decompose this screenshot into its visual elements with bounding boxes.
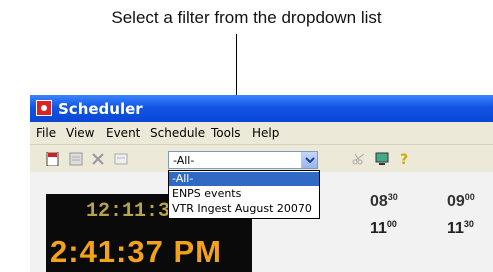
menu-file[interactable]: File	[36, 126, 56, 140]
time-bottom-min: 00	[386, 219, 397, 229]
menu-schedule[interactable]: Schedule	[150, 126, 205, 140]
menu-help[interactable]: Help	[252, 126, 279, 140]
app-icon	[36, 100, 52, 116]
filter-selected-value: -All-	[173, 154, 195, 167]
timeline-column: 0830 1100	[370, 192, 398, 238]
edit-event-icon[interactable]	[69, 152, 83, 166]
delete-icon[interactable]	[91, 152, 105, 166]
time-bottom-hour: 11	[370, 220, 387, 237]
scissors-icon[interactable]	[352, 152, 366, 166]
callout-text: Select a filter from the dropdown list	[111, 8, 382, 27]
menu-bar: File View Event Schedule Tools Help	[30, 122, 493, 145]
scheduler-window: Scheduler File View Event Schedule Tools…	[30, 95, 493, 272]
filter-option-enps-events[interactable]: ENPS events	[169, 187, 319, 201]
menu-event[interactable]: Event	[106, 126, 140, 140]
svg-text:?: ?	[400, 152, 408, 166]
timeline-column: 0900 1130	[447, 192, 475, 238]
chevron-down-icon[interactable]	[301, 152, 317, 168]
clock-primary: 2:41:37 PM	[50, 234, 222, 269]
time-top-min: 00	[464, 192, 475, 202]
filter-dropdown-list: -All- ENPS events VTR Ingest August 2007…	[168, 170, 320, 219]
monitor-icon[interactable]	[374, 152, 389, 166]
window-title: Scheduler	[58, 100, 143, 118]
filter-option-all[interactable]: -All-	[169, 172, 319, 186]
new-event-icon[interactable]	[46, 152, 60, 166]
time-bottom-min: 30	[463, 219, 474, 229]
menu-view[interactable]: View	[66, 126, 94, 140]
properties-icon[interactable]	[114, 152, 128, 166]
clock-secondary: 12:11:3	[86, 200, 171, 223]
time-bottom-hour: 11	[447, 220, 464, 237]
menu-tools[interactable]: Tools	[211, 126, 241, 140]
time-top-min: 30	[387, 192, 398, 202]
time-top-hour: 08	[370, 193, 388, 210]
help-icon[interactable]: ?	[399, 152, 413, 166]
filter-option-vtr-ingest[interactable]: VTR Ingest August 20070	[169, 202, 319, 216]
time-top-hour: 09	[447, 193, 465, 210]
title-bar[interactable]: Scheduler	[30, 95, 493, 122]
filter-dropdown[interactable]: -All-	[168, 151, 318, 169]
